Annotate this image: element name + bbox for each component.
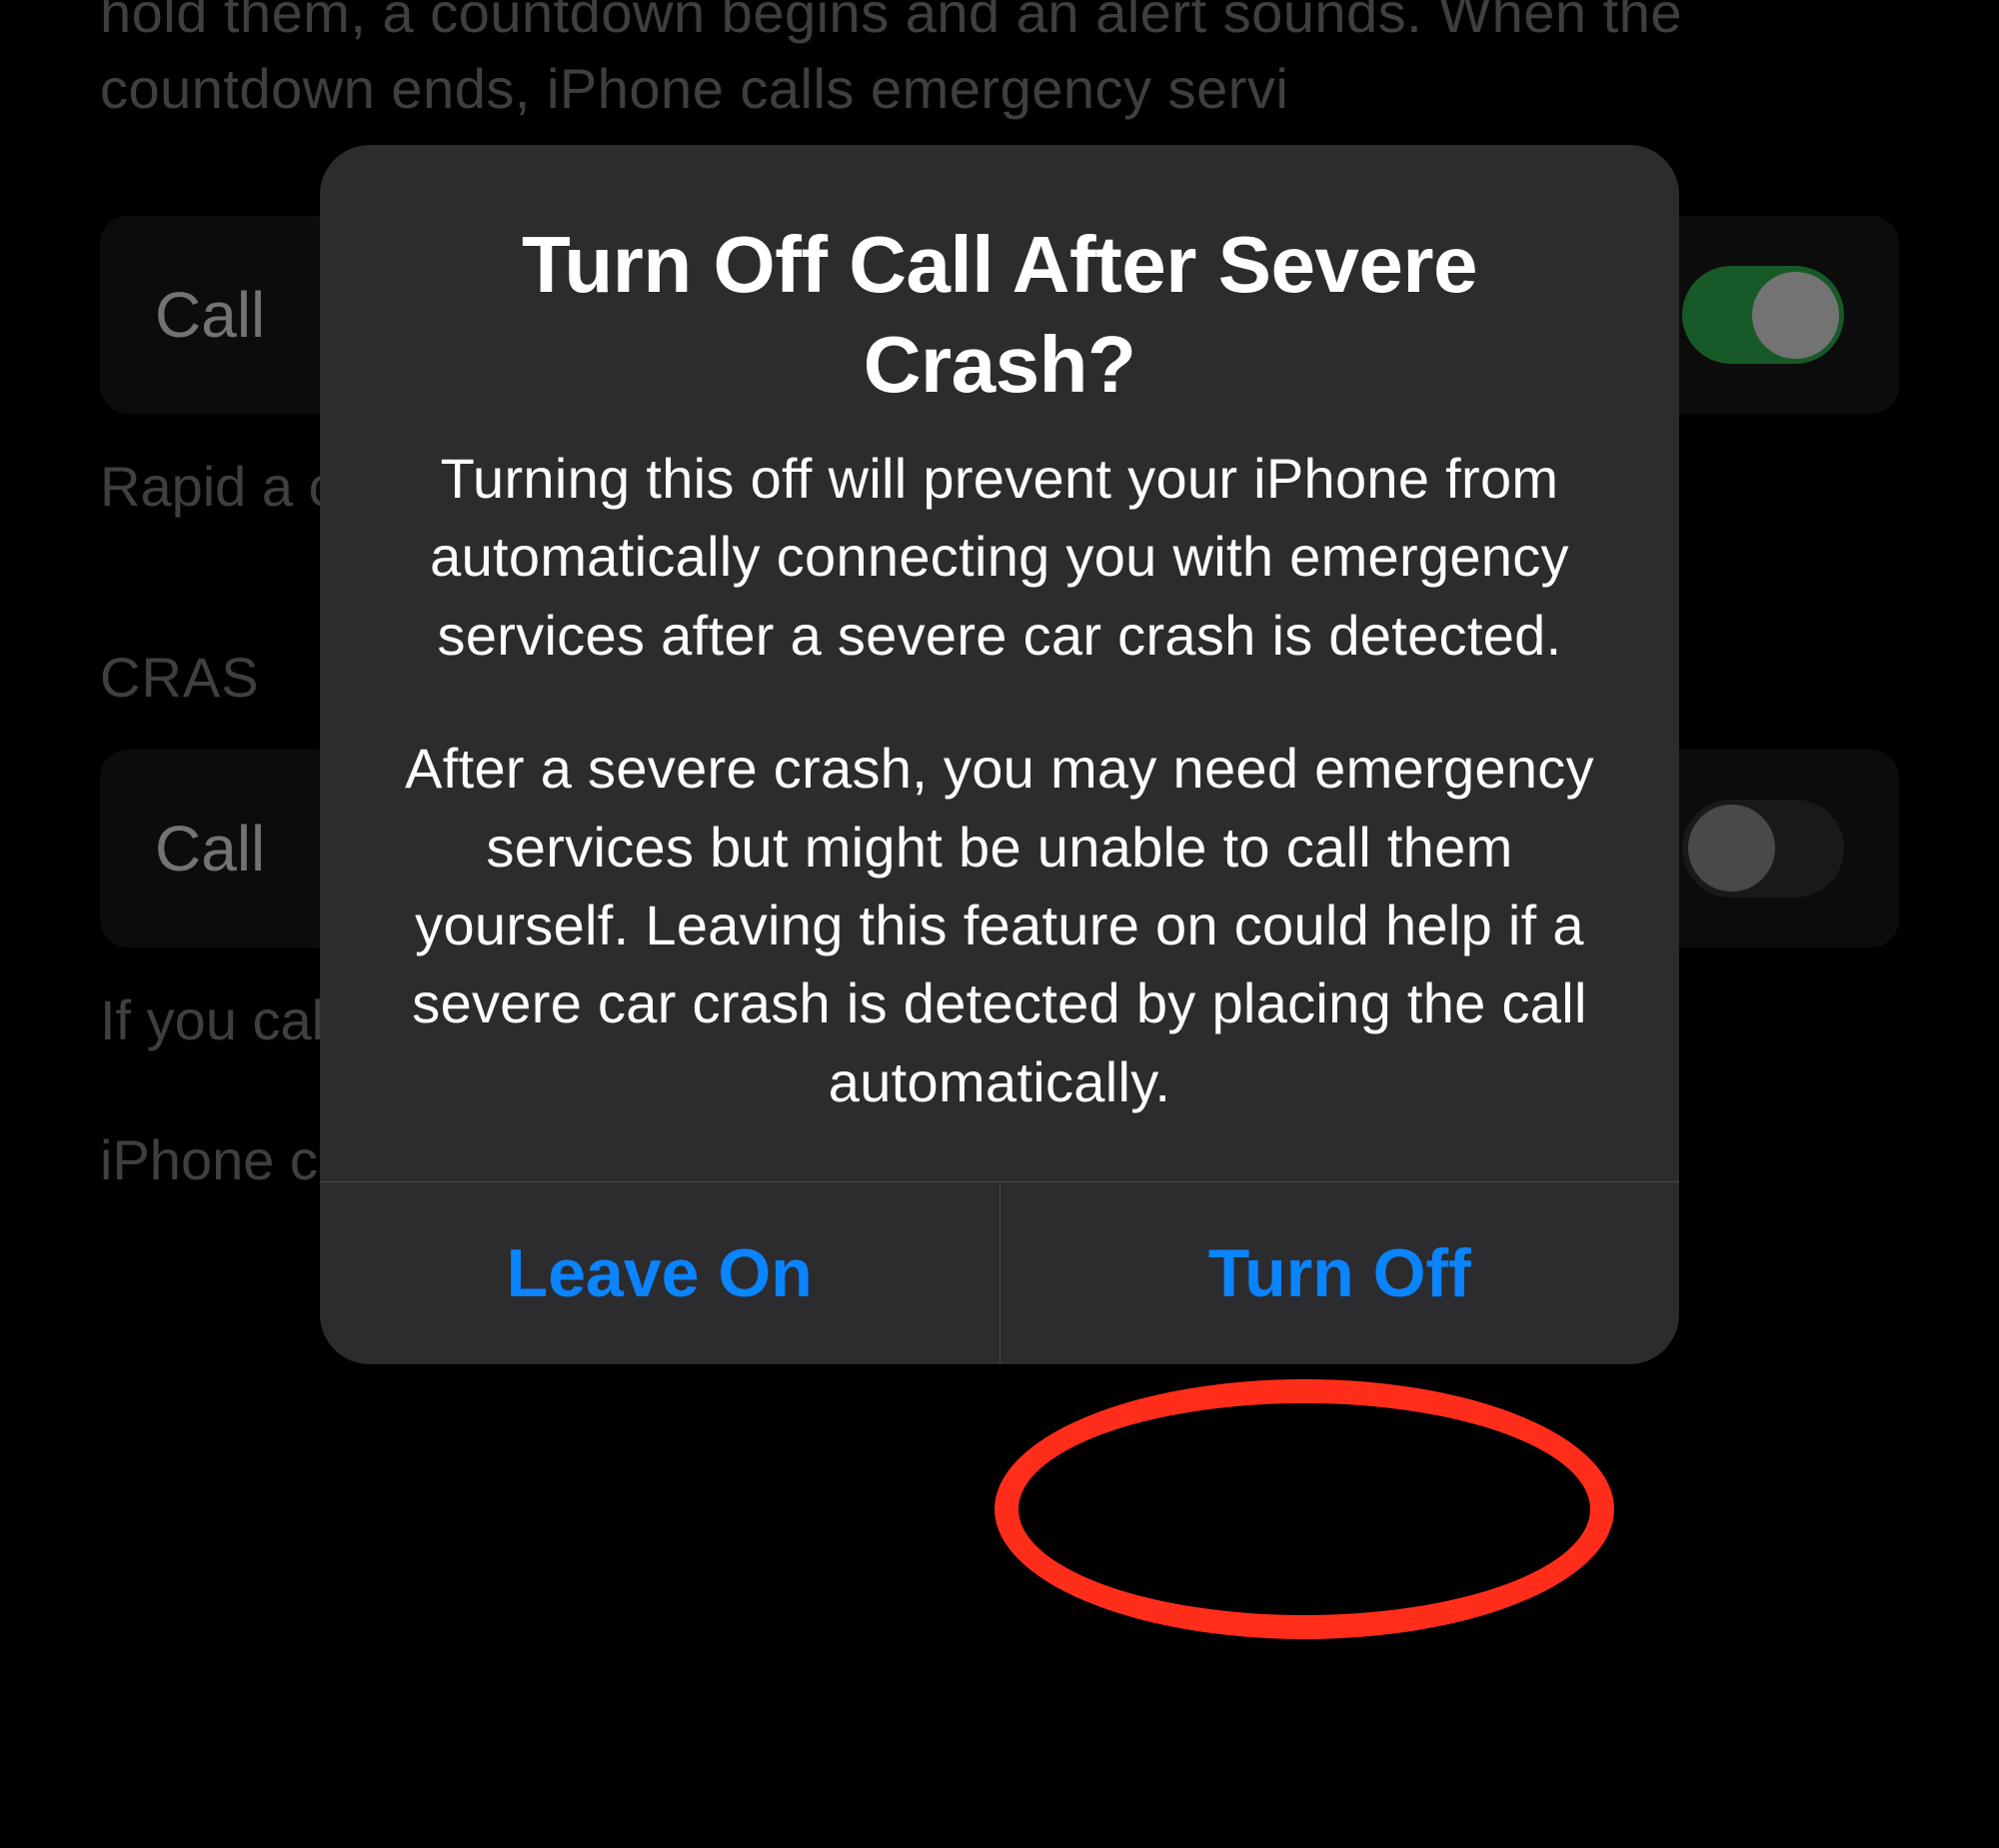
alert-button-row: Leave On Turn Off [320,1181,1679,1364]
alert-message-1: Turning this off will prevent your iPhon… [405,440,1594,675]
alert-body: Turn Off Call After Severe Crash? Turnin… [320,145,1679,1181]
confirmation-alert: Turn Off Call After Severe Crash? Turnin… [320,145,1679,1364]
alert-title: Turn Off Call After Severe Crash? [405,215,1594,415]
leave-on-button[interactable]: Leave On [320,1182,1000,1364]
alert-message-2: After a severe crash, you may need emerg… [405,730,1594,1121]
turn-off-button[interactable]: Turn Off [1000,1182,1680,1364]
